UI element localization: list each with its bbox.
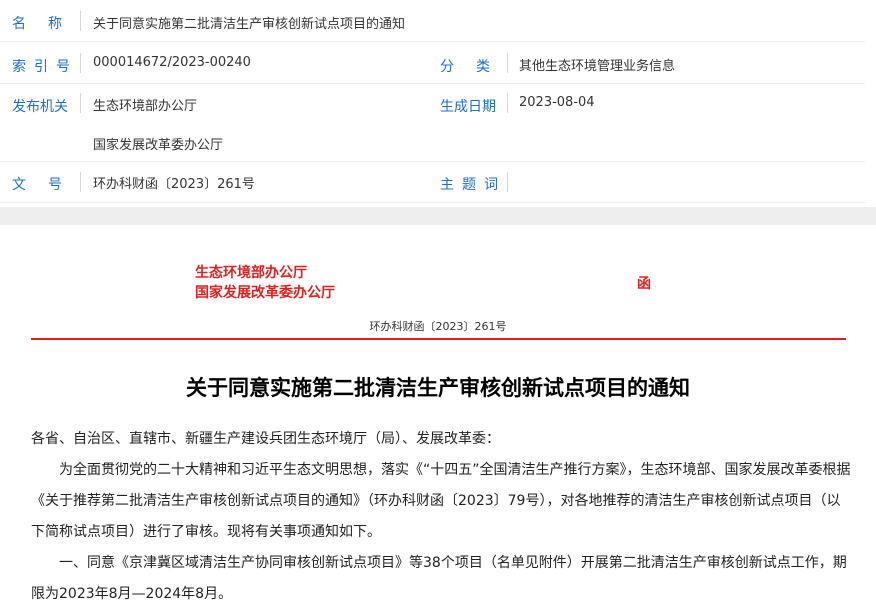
docno-label: 文号 [12, 177, 84, 193]
category-value: 其他生态环境管理业务信息 [519, 59, 676, 74]
addressee: 各省、自治区、直辖市、新疆生产建设兵团生态环境厅（局）、发展改革委： [31, 431, 500, 447]
metadata-table: 名称 关于同意实施第二批清洁生产审核创新试点项目的通知 索引号 00001467… [0, 0, 876, 205]
document-number: 环办科财函〔2023〕261号 [0, 318, 876, 334]
date-value: 2023-08-04 [519, 95, 595, 110]
document-number-text: 环办科财函〔2023〕261号 [369, 320, 507, 333]
separator [507, 93, 508, 113]
separator [80, 172, 81, 192]
paragraph-2: 一、同意《京津冀区域清洁生产协同审核创新试点项目》等38个项目（名单见附件）开展… [31, 555, 847, 602]
issuer-value-2: 国家发展改革委办公厅 [93, 138, 224, 153]
document-title: 关于同意实施第二批清洁生产审核创新试点项目的通知 [186, 376, 690, 400]
index-value: 000014672/2023-00240 [93, 55, 251, 70]
issuer-value-1: 生态环境部办公厅 [93, 99, 198, 114]
date-label: 生成日期 [440, 99, 496, 115]
separator [80, 93, 81, 113]
docno-value: 环办科财函〔2023〕261号 [93, 177, 255, 192]
category-label: 分类 [440, 59, 512, 75]
separator [80, 53, 81, 73]
letterhead-issuer-2: 国家发展改革委办公厅 [195, 285, 335, 301]
index-label: 索引号 [12, 59, 78, 75]
meta-row-issuer: 发布机关 生态环境部办公厅 国家发展改革委办公厅 生成日期 2023-08-04 [0, 85, 865, 162]
meta-row-name: 名称 关于同意实施第二批清洁生产审核创新试点项目的通知 [0, 0, 865, 42]
meta-row-docno: 文号 环办科财函〔2023〕261号 主题词 [0, 163, 865, 203]
issuer-label: 发布机关 [12, 99, 68, 115]
paragraph-1: 为全面贯彻党的二十大精神和习近平生态文明思想，落实《“十四五”全国清洁生产推行方… [31, 462, 851, 540]
letterhead-issuer-1: 生态环境部办公厅 [195, 265, 307, 281]
name-label: 名称 [12, 16, 84, 32]
section-divider [0, 207, 876, 225]
letterhead-red-line [31, 338, 846, 340]
meta-row-index: 索引号 000014672/2023-00240 分类 其他生态环境管理业务信息 [0, 43, 865, 84]
separator [507, 172, 508, 192]
letterhead-han: 函 [637, 276, 651, 292]
separator [80, 11, 81, 31]
topic-label: 主题词 [440, 177, 506, 193]
separator [507, 53, 508, 73]
name-value: 关于同意实施第二批清洁生产审核创新试点项目的通知 [93, 17, 406, 32]
